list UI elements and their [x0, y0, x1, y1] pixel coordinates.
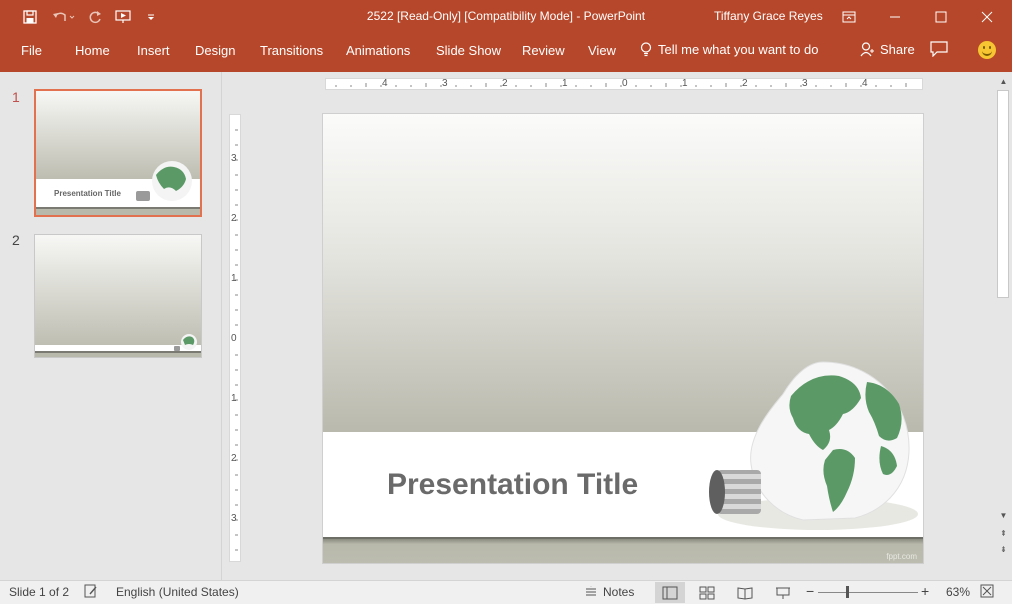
ruler-label: 2: [502, 78, 508, 89]
thumb-title: Presentation Title: [54, 189, 121, 198]
thumb-number: 1: [12, 89, 20, 105]
minimize-button[interactable]: [872, 0, 918, 34]
ribbon-tabs: File Home Insert Design Transitions Anim…: [0, 34, 1012, 72]
ruler-label: 3: [802, 78, 808, 89]
customize-qat-icon[interactable]: [140, 7, 162, 27]
slide-editing-area: 4 3 2 1 0 1 2 3 4 3 2 1 0 1 2 3 Presenta…: [223, 72, 995, 580]
save-icon[interactable]: [19, 7, 41, 27]
notes-icon: [586, 586, 596, 596]
slide-show-view-button[interactable]: [768, 582, 798, 603]
redo-icon[interactable]: [84, 7, 106, 27]
ruler-label: 2: [742, 78, 748, 89]
zoom-out-button[interactable]: −: [806, 583, 814, 599]
ruler-label: 3: [231, 513, 237, 524]
slide-counter: Slide 1 of 2: [9, 585, 70, 599]
slide-title[interactable]: Presentation Title: [387, 468, 638, 502]
tell-me-box[interactable]: Tell me what you want to do: [640, 42, 818, 57]
reading-view-button[interactable]: [730, 582, 760, 603]
ruler-label: 1: [231, 393, 237, 404]
tab-design[interactable]: Design: [195, 43, 235, 58]
scroll-up-arrow-icon[interactable]: ▲: [995, 74, 1012, 88]
ruler-label: 0: [231, 333, 237, 344]
start-slideshow-icon[interactable]: [113, 7, 135, 27]
bulb-base-icon: [709, 470, 761, 514]
scroll-down-arrow-icon[interactable]: ▼: [995, 508, 1012, 522]
tab-home[interactable]: Home: [75, 43, 110, 58]
ruler-label: 4: [862, 78, 868, 89]
share-button[interactable]: Share: [860, 42, 915, 57]
slide-thumbnail-1[interactable]: Presentation Title: [34, 89, 202, 217]
zoom-level[interactable]: 63%: [946, 585, 970, 599]
slide-sorter-view-button[interactable]: [692, 582, 722, 603]
tab-slide-show[interactable]: Slide Show: [436, 43, 501, 58]
slide-thumbnail-pane: 1 Presentation Title 2: [0, 72, 222, 580]
status-bar: Slide 1 of 2 English (United States) Not…: [0, 580, 1012, 604]
zoom-in-button[interactable]: +: [921, 583, 929, 599]
ruler-label: 0: [622, 78, 628, 89]
tell-me-label: Tell me what you want to do: [658, 42, 819, 57]
maximize-button[interactable]: [918, 0, 964, 34]
share-label: Share: [880, 42, 915, 57]
ruler-label: 4: [382, 78, 388, 89]
vertical-ruler[interactable]: 3 2 1 0 1 2 3: [229, 114, 241, 562]
person-icon: [860, 42, 874, 57]
slide-canvas[interactable]: Presentation Title fppt.com: [322, 113, 924, 564]
spelling-check-icon[interactable]: [84, 584, 98, 601]
lightbulb-icon: [640, 42, 652, 57]
tab-transitions[interactable]: Transitions: [260, 43, 323, 58]
comments-icon[interactable]: [930, 41, 948, 60]
vertical-scrollbar[interactable]: ▲ ▼ ⇞ ⇟: [995, 72, 1012, 580]
ribbon-display-options-icon[interactable]: [826, 0, 872, 34]
normal-view-button[interactable]: [655, 582, 685, 603]
ruler-label: 3: [231, 153, 237, 164]
language-indicator[interactable]: English (United States): [116, 585, 239, 599]
close-button[interactable]: [964, 0, 1010, 34]
undo-icon[interactable]: [50, 7, 78, 27]
document-title: 2522 [Read-Only] [Compatibility Mode] - …: [366, 9, 646, 23]
tab-review[interactable]: Review: [522, 43, 565, 58]
next-slide-icon[interactable]: ⇟: [995, 542, 1012, 556]
notes-button[interactable]: Notes: [585, 585, 634, 599]
user-name[interactable]: Tiffany Grace Reyes: [714, 9, 823, 23]
scrollbar-thumb[interactable]: [997, 90, 1009, 298]
send-feedback-smiley-icon[interactable]: [978, 41, 996, 59]
thumb-number: 2: [12, 232, 20, 248]
horizontal-ruler[interactable]: 4 3 2 1 0 1 2 3 4: [325, 78, 923, 90]
tab-insert[interactable]: Insert: [137, 43, 170, 58]
ruler-label: 1: [231, 273, 237, 284]
lightbulb-globe-thumb: [136, 161, 192, 201]
lightbulb-globe-thumb: [174, 334, 197, 351]
ruler-label: 3: [442, 78, 448, 89]
tab-view[interactable]: View: [588, 43, 616, 58]
title-bar: 2522 [Read-Only] [Compatibility Mode] - …: [0, 0, 1012, 34]
lightbulb-globe-image[interactable]: [683, 354, 923, 564]
footer-brand: fppt.com: [886, 552, 917, 561]
tab-animations[interactable]: Animations: [346, 43, 410, 58]
notes-label: Notes: [603, 585, 635, 599]
ruler-label: 2: [231, 213, 237, 224]
ruler-label: 1: [562, 78, 568, 89]
zoom-slider-track[interactable]: [818, 592, 918, 593]
ruler-label: 2: [231, 453, 237, 464]
ruler-label: 1: [682, 78, 688, 89]
fit-slide-to-window-icon[interactable]: [980, 584, 994, 601]
zoom-slider-thumb[interactable]: [846, 586, 849, 598]
tab-file[interactable]: File: [21, 43, 42, 58]
slide-thumbnail-2[interactable]: [34, 234, 202, 358]
previous-slide-icon[interactable]: ⇞: [995, 526, 1012, 540]
